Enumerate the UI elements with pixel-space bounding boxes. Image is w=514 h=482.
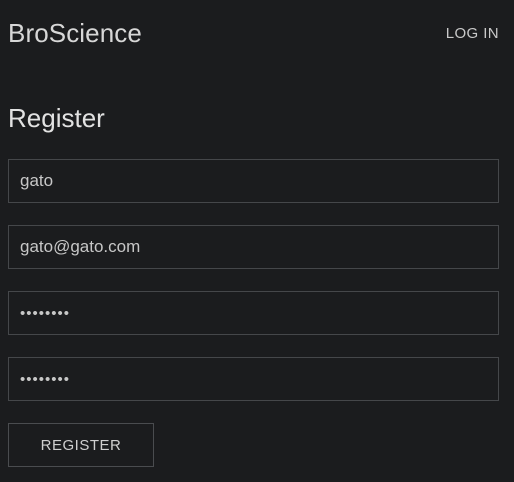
email-input[interactable] <box>8 225 499 269</box>
password-input[interactable] <box>8 291 499 335</box>
top-navbar: BroScience LOG IN <box>0 0 514 66</box>
login-link[interactable]: LOG IN <box>446 25 499 43</box>
page-title: Register <box>8 103 105 133</box>
register-button[interactable]: REGISTER <box>8 423 154 467</box>
brand-logo-link[interactable]: BroScience <box>8 17 142 49</box>
password-confirm-input[interactable] <box>8 357 499 401</box>
register-page: BroScience LOG IN Register REGISTER <box>0 0 514 482</box>
username-input[interactable] <box>8 159 499 203</box>
register-form: REGISTER <box>8 159 499 467</box>
